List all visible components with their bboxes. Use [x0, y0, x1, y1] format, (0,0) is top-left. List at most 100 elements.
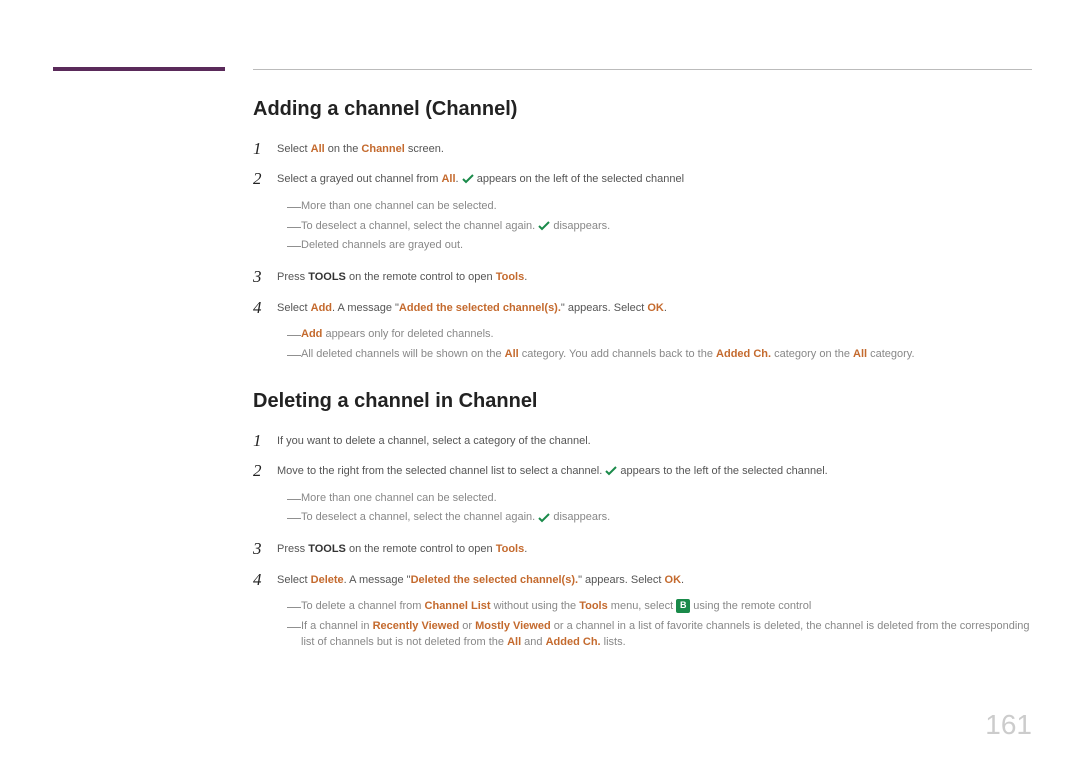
text-fragment: . [664, 302, 667, 314]
step-body: Select Delete. A message "Deleted the se… [277, 570, 1032, 654]
text-fragment: . A message " [344, 574, 411, 586]
notes: ―To delete a channel from Channel List w… [287, 598, 1032, 651]
step: 2Select a grayed out channel from All. a… [253, 169, 1032, 257]
text-fragment: Press [277, 271, 308, 283]
text-fragment: . [524, 271, 527, 283]
note-dash-icon: ― [287, 490, 301, 507]
text-fragment: More than one channel can be selected. [301, 492, 497, 504]
note-dash-icon: ― [287, 618, 301, 635]
note-dash-icon: ― [287, 509, 301, 526]
step: 4Select Add. A message "Added the select… [253, 298, 1032, 366]
text-fragment: Select [277, 143, 311, 155]
text-fragment: menu, select [608, 600, 676, 612]
text-fragment: Delete [311, 574, 344, 586]
text-fragment: If you want to delete a channel, select … [277, 435, 591, 447]
text-fragment: Added Ch. [546, 636, 601, 648]
text-fragment: All [505, 348, 519, 360]
step: 4Select Delete. A message "Deleted the s… [253, 570, 1032, 654]
note: ―Deleted channels are grayed out. [287, 237, 1032, 254]
step-number: 2 [253, 169, 277, 189]
text-fragment: Tools [579, 600, 608, 612]
text-fragment: To delete a channel from [301, 600, 425, 612]
text-fragment: To deselect a channel, select the channe… [301, 511, 538, 523]
text-fragment: Tools [496, 271, 525, 283]
step-number: 1 [253, 431, 277, 451]
step-text: Select All on the Channel screen. [277, 141, 1032, 158]
text-fragment: using the remote control [690, 600, 811, 612]
checkmark-icon [538, 513, 550, 523]
note-dash-icon: ― [287, 198, 301, 215]
note: ―If a channel in Recently Viewed or Most… [287, 618, 1032, 651]
step: 3Press TOOLS on the remote control to op… [253, 267, 1032, 287]
text-fragment: disappears. [550, 220, 610, 232]
text-fragment: or [459, 620, 475, 632]
step-text: Press TOOLS on the remote control to ope… [277, 269, 1032, 286]
step-text: Move to the right from the selected chan… [277, 463, 1032, 480]
note: ―To deselect a channel, select the chann… [287, 218, 1032, 235]
text-fragment: " appears. Select [578, 574, 664, 586]
step-text: Select a grayed out channel from All. ap… [277, 171, 1032, 188]
text-fragment: All [441, 173, 455, 185]
text-fragment: disappears. [550, 511, 610, 523]
step-number: 4 [253, 570, 277, 590]
note-text: More than one channel can be selected. [301, 490, 1032, 507]
text-fragment: All [853, 348, 867, 360]
b-button-icon: B [676, 599, 690, 613]
text-fragment: Added the selected channel(s). [399, 302, 561, 314]
note-text: Deleted channels are grayed out. [301, 237, 1032, 254]
text-fragment: Add [301, 328, 322, 340]
text-fragment: Mostly Viewed [475, 620, 551, 632]
section-heading: Adding a channel (Channel) [253, 98, 1032, 121]
notes: ―Add appears only for deleted channels.―… [287, 326, 1032, 363]
text-fragment: All [311, 143, 325, 155]
text-fragment: Press [277, 543, 308, 555]
text-fragment: Channel List [425, 600, 491, 612]
step-text: Select Add. A message "Added the selecte… [277, 300, 1032, 317]
note: ―More than one channel can be selected. [287, 198, 1032, 215]
text-fragment: on the [325, 143, 362, 155]
step: 3Press TOOLS on the remote control to op… [253, 539, 1032, 559]
page-number: 161 [985, 709, 1032, 741]
text-fragment: Channel [361, 143, 404, 155]
note-dash-icon: ― [287, 346, 301, 363]
text-fragment: on the remote control to open [346, 543, 496, 555]
text-fragment: without using the [491, 600, 580, 612]
text-fragment: To deselect a channel, select the channe… [301, 220, 538, 232]
step-text: Press TOOLS on the remote control to ope… [277, 541, 1032, 558]
text-fragment: category on the [771, 348, 853, 360]
text-fragment: Select a grayed out channel from [277, 173, 441, 185]
text-fragment: OK [647, 302, 664, 314]
section: Deleting a channel in Channel1If you wan… [253, 390, 1032, 654]
text-fragment: " appears. Select [561, 302, 647, 314]
step-body: Press TOOLS on the remote control to ope… [277, 267, 1032, 286]
accent-bar [53, 67, 225, 71]
text-fragment: All [507, 636, 521, 648]
text-fragment: Added Ch. [716, 348, 771, 360]
step: 1Select All on the Channel screen. [253, 139, 1032, 159]
text-fragment: More than one channel can be selected. [301, 200, 497, 212]
text-fragment: Select [277, 574, 311, 586]
step-body: Select All on the Channel screen. [277, 139, 1032, 158]
text-fragment: screen. [405, 143, 444, 155]
step: 2Move to the right from the selected cha… [253, 461, 1032, 529]
step-text: Select Delete. A message "Deleted the se… [277, 572, 1032, 589]
note-text: If a channel in Recently Viewed or Mostl… [301, 618, 1032, 651]
text-fragment: If a channel in [301, 620, 373, 632]
notes: ―More than one channel can be selected.―… [287, 198, 1032, 254]
page-content: Adding a channel (Channel)1Select All on… [253, 98, 1032, 664]
step-number: 1 [253, 139, 277, 159]
text-fragment: on the remote control to open [346, 271, 496, 283]
step-number: 2 [253, 461, 277, 481]
note-dash-icon: ― [287, 218, 301, 235]
text-fragment: appears to the left of the selected chan… [617, 465, 827, 477]
note: ―All deleted channels will be shown on t… [287, 346, 1032, 363]
checkmark-icon [462, 174, 474, 184]
text-fragment: Move to the right from the selected chan… [277, 465, 605, 477]
step-number: 4 [253, 298, 277, 318]
text-fragment: Select [277, 302, 311, 314]
text-fragment: Recently Viewed [373, 620, 460, 632]
note: ―To delete a channel from Channel List w… [287, 598, 1032, 615]
text-fragment: lists. [601, 636, 626, 648]
note-text: To deselect a channel, select the channe… [301, 509, 1032, 526]
text-fragment: . A message " [332, 302, 399, 314]
